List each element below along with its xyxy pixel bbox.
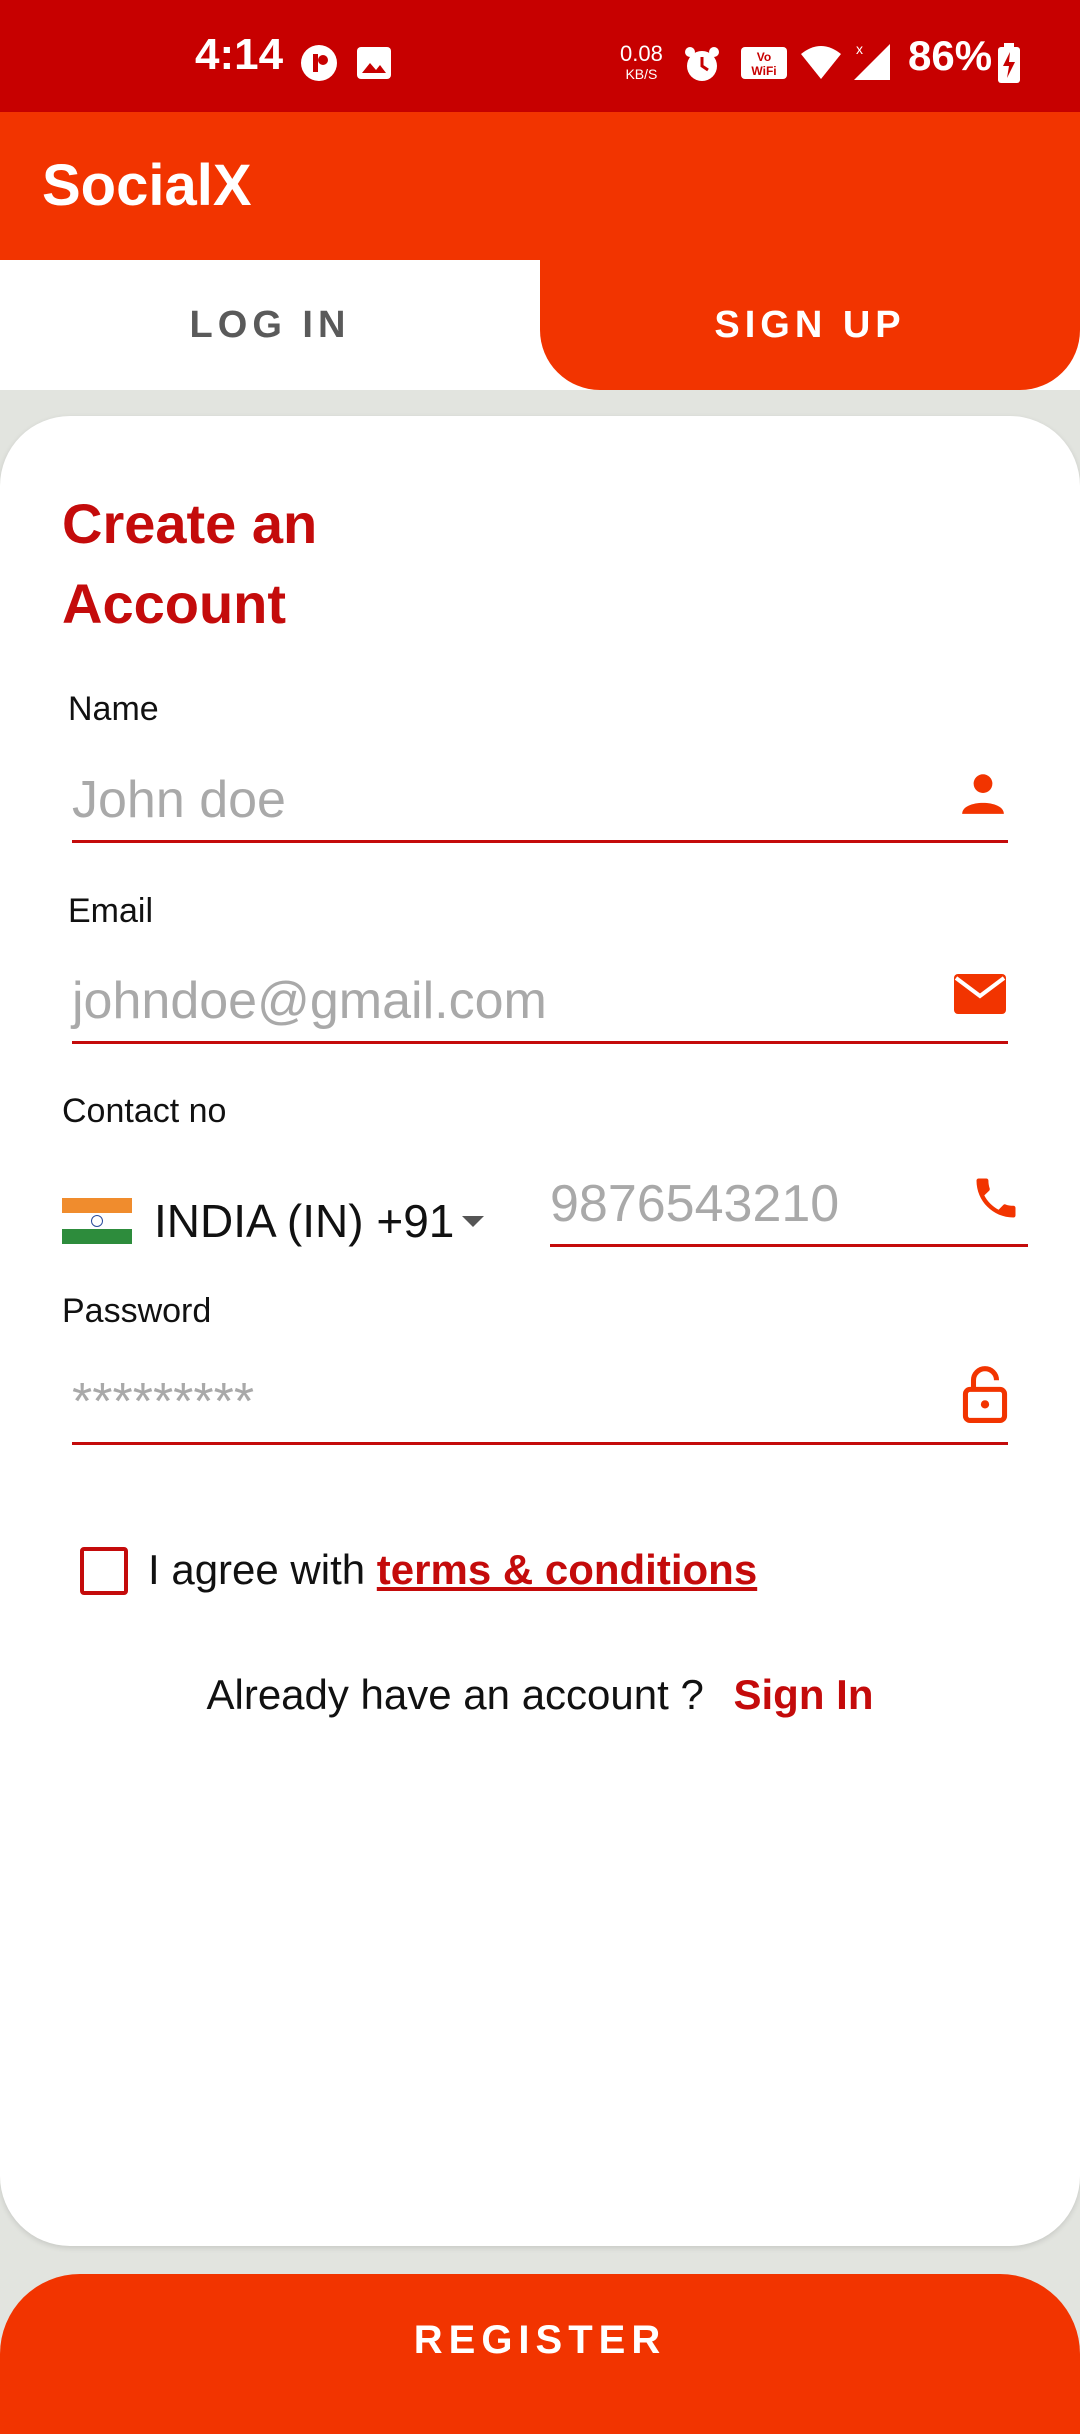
country-code-select[interactable]: INDIA (IN) +91 [62, 1176, 492, 1256]
svg-text:x: x [856, 41, 863, 57]
lock-icon [962, 1366, 1008, 1423]
net-speed: 0.08 KB/S [620, 41, 663, 84]
country-code-text: INDIA (IN) +91 [154, 1195, 455, 1247]
mail-icon [954, 974, 1006, 1014]
contact-label: Contact no [62, 1092, 227, 1130]
svg-text:WiFi: WiFi [751, 64, 776, 78]
email-field[interactable]: johndoe@gmail.com [72, 957, 1008, 1044]
signal-icon: x [854, 41, 890, 80]
password-placeholder: ********* [72, 1373, 255, 1431]
image-icon [357, 47, 391, 79]
phone-field[interactable]: 9876543210 [550, 1160, 1028, 1247]
net-speed-unit: KB/S [625, 66, 658, 82]
terms-agreement: I agree with terms & conditions [148, 1546, 757, 1594]
chevron-down-icon [462, 1216, 484, 1227]
signup-card: Create an Account Name John doe Email jo… [0, 416, 1080, 2246]
page-title-line2: Account [62, 572, 286, 635]
app-bar: SocialX [0, 112, 1080, 260]
password-field[interactable]: ********* [72, 1358, 1008, 1445]
vowifi-icon: VoWiFi [741, 47, 787, 79]
auth-tabs: LOG IN SIGN UP [0, 260, 1080, 390]
terms-checkbox[interactable] [80, 1547, 128, 1595]
email-label: Email [68, 892, 154, 930]
status-bar: 4:14 0.08 KB/S Vo WiFi x 86% [0, 0, 1080, 112]
tab-login[interactable]: LOG IN [0, 260, 540, 390]
signin-prompt: Already have an account ? Sign In [0, 1671, 1080, 1719]
terms-agree-text: I agree with [148, 1546, 366, 1593]
battery-charging-icon [998, 43, 1020, 83]
name-field[interactable]: John doe [72, 756, 1008, 843]
alarm-icon [685, 47, 719, 81]
svg-text:Vo: Vo [757, 50, 771, 64]
wifi-icon [801, 46, 841, 79]
person-icon [962, 774, 1004, 814]
name-label: Name [68, 690, 159, 728]
signin-link[interactable]: Sign In [734, 1671, 874, 1718]
india-flag-icon [62, 1198, 132, 1244]
tab-signup[interactable]: SIGN UP [540, 260, 1080, 390]
register-button[interactable]: REGISTER [0, 2274, 1080, 2434]
phone-placeholder: 9876543210 [550, 1175, 840, 1233]
app-title: SocialX [42, 153, 252, 218]
net-speed-value: 0.08 [620, 41, 663, 66]
page-title-line1: Create an [62, 492, 318, 555]
app-notification-icon [301, 45, 337, 81]
email-placeholder: johndoe@gmail.com [72, 972, 547, 1030]
battery-percent: 86% [908, 32, 993, 79]
name-placeholder: John doe [72, 771, 286, 829]
page-title: Create an Account [62, 484, 462, 644]
terms-link[interactable]: terms & conditions [377, 1546, 757, 1593]
register-button-label: REGISTER [413, 2318, 667, 2362]
status-time: 4:14 [195, 30, 284, 79]
already-account-text: Already have an account ? [206, 1671, 704, 1718]
password-label: Password [62, 1292, 212, 1330]
phone-icon [976, 1178, 1016, 1218]
